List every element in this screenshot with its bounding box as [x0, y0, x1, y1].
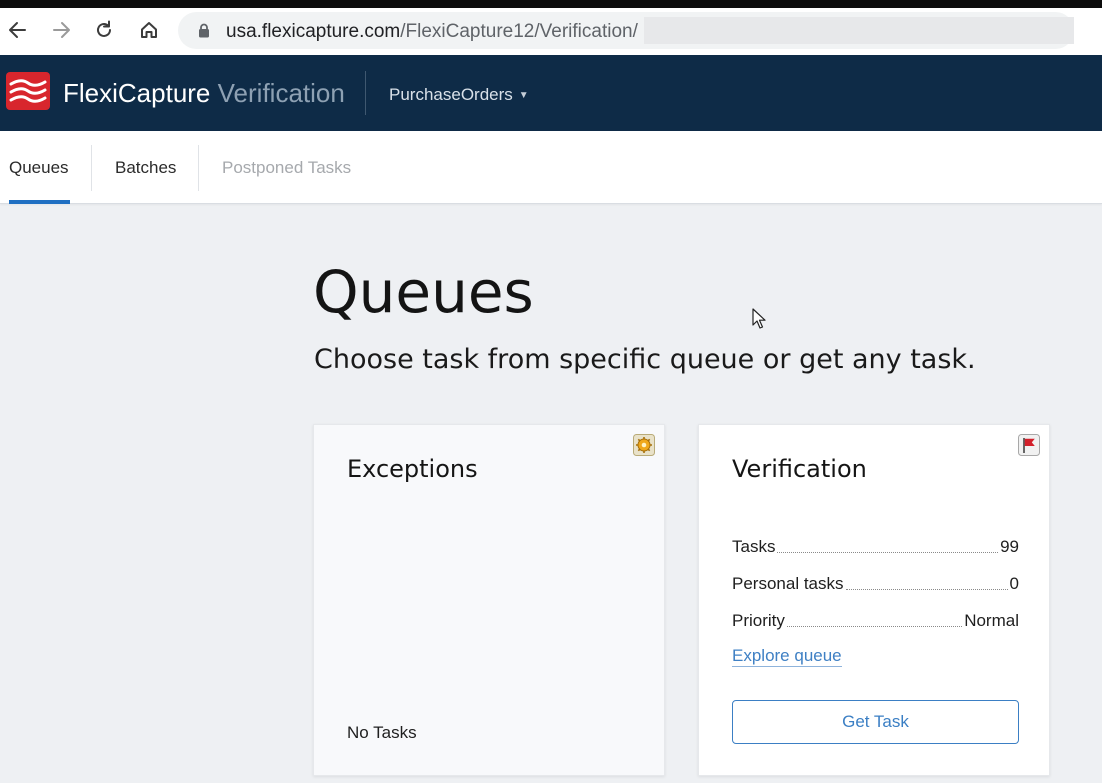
brand-title: FlexiCapture Verification [63, 78, 345, 109]
page-subtitle: Choose task from specific queue or get a… [314, 344, 976, 375]
explore-queue-link[interactable]: Explore queue [732, 646, 842, 667]
stat-row-tasks: Tasks 99 [732, 535, 1019, 557]
tab-queues[interactable]: Queues [9, 131, 69, 204]
no-tasks-label: No Tasks [347, 723, 417, 742]
tab-divider [198, 145, 199, 191]
get-task-button[interactable]: Get Task [732, 700, 1019, 744]
tab-postponed-tasks[interactable]: Postponed Tasks [222, 131, 351, 204]
gear-icon [633, 434, 655, 456]
active-tab-indicator [9, 200, 70, 204]
card-title: Exceptions [347, 455, 478, 483]
url-host: usa.flexicapture.com [226, 21, 401, 42]
stat-label: Priority [732, 611, 785, 630]
project-selector[interactable]: PurchaseOrders ▼ [389, 85, 529, 105]
card-title: Verification [732, 455, 867, 483]
tab-divider [91, 145, 92, 191]
stat-value: 99 [1000, 537, 1019, 556]
stat-label: Tasks [732, 537, 776, 556]
dot-leader [777, 552, 999, 553]
stat-value: 0 [1009, 574, 1019, 593]
app-header: FlexiCapture Verification PurchaseOrders… [0, 55, 1102, 131]
tab-bar: Queues Batches Postponed Tasks [0, 131, 1102, 204]
brand-secondary: Verification [217, 78, 345, 108]
window-top-strip [0, 0, 1102, 8]
flag-icon [1018, 434, 1040, 456]
home-icon[interactable] [133, 12, 165, 48]
project-name: PurchaseOrders [389, 85, 513, 104]
browser-toolbar: usa.flexicapture.com/FlexiCapture12/Veri… [0, 8, 1102, 55]
header-divider [365, 71, 366, 115]
queue-card-exceptions[interactable]: Exceptions No Tasks [313, 424, 665, 776]
url-text[interactable]: usa.flexicapture.com/FlexiCapture12/Veri… [226, 21, 641, 43]
lock-icon [199, 23, 209, 38]
stat-row-personal-tasks: Personal tasks 0 [732, 572, 1019, 594]
queue-card-verification[interactable]: Verification Tasks 99 Personal tasks 0 P… [698, 424, 1050, 776]
dot-leader [786, 626, 963, 627]
reload-icon[interactable] [88, 12, 120, 48]
stat-row-priority: Priority Normal [732, 609, 1019, 631]
stat-label: Personal tasks [732, 574, 844, 593]
redacted-url-area [644, 17, 1074, 44]
page-title: Queues [313, 258, 534, 326]
address-bar[interactable]: usa.flexicapture.com/FlexiCapture12/Veri… [178, 12, 1074, 49]
tab-batches[interactable]: Batches [115, 131, 176, 204]
chevron-down-icon: ▼ [518, 90, 529, 101]
stat-value: Normal [964, 611, 1019, 630]
back-arrow-icon[interactable] [1, 12, 33, 48]
dot-leader [845, 589, 1008, 590]
forward-arrow-icon[interactable] [46, 12, 78, 48]
mouse-cursor-icon [752, 308, 766, 329]
flexicapture-logo-icon [6, 72, 50, 110]
url-path: /FlexiCapture12/Verification/ [400, 21, 638, 42]
brand-primary: FlexiCapture [63, 78, 211, 108]
